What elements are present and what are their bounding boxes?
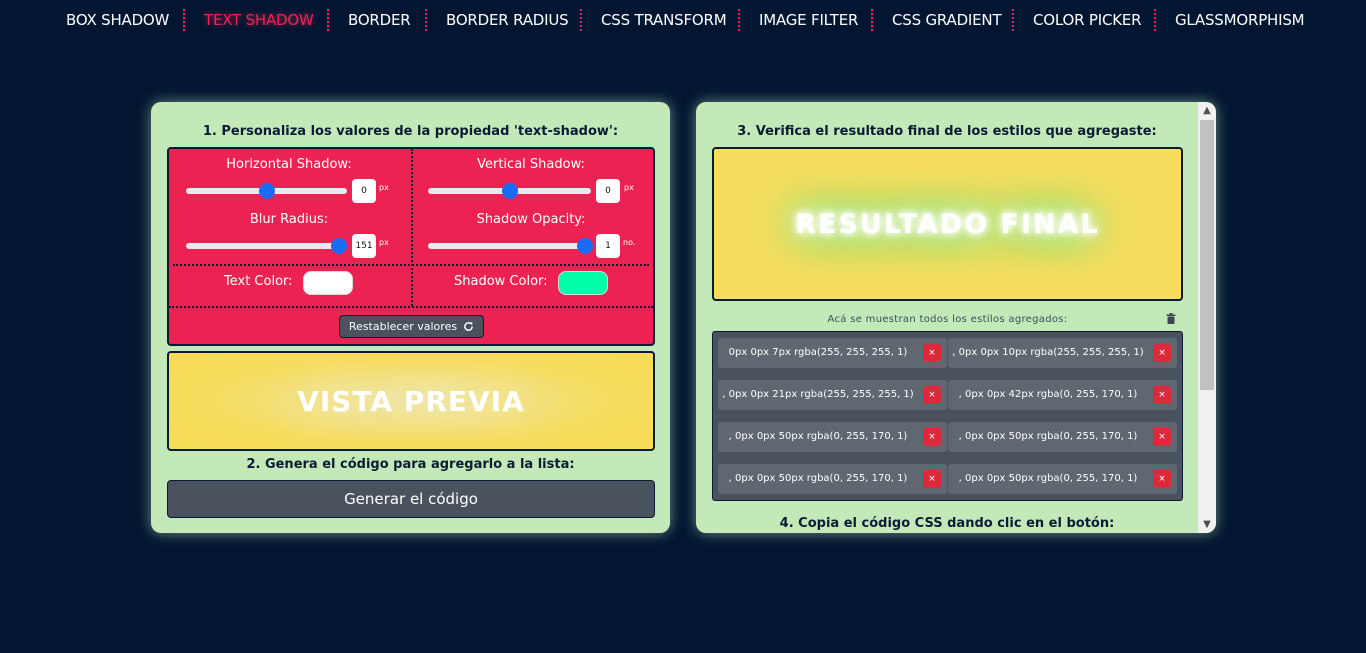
remove-style-button[interactable]: × [923,344,941,362]
style-chip: 0px 0px 7px rgba(255, 255, 255, 1) × [718,338,947,368]
vertical-shadow-thumb[interactable] [501,183,518,199]
nav-separator [183,9,185,31]
vertical-shadow-value[interactable]: 0 [596,179,620,203]
style-chip-text: , 0px 0px 50px rgba(0, 255, 170, 1) [728,431,908,442]
nav-item-css-transform[interactable]: CSS TRANSFORM [601,11,727,29]
controls-panel: 1. Personaliza los valores de la propied… [151,102,670,533]
style-chip-text: , 0px 0px 21px rgba(255, 255, 255, 1) [722,389,914,400]
scroll-up-icon[interactable]: ▲ [1198,102,1216,119]
horizontal-shadow-label: Horizontal Shadow: [226,157,352,172]
reset-button-label: Restablecer valores [348,320,458,333]
blur-radius-thumb[interactable] [330,238,347,254]
horizontal-shadow-thumb[interactable] [258,183,275,199]
style-chip-text: 0px 0px 7px rgba(255, 255, 255, 1) [728,347,908,358]
blur-radius-slider[interactable] [186,238,347,254]
result-box: RESULTADO FINAL [712,147,1183,301]
divider [411,149,413,306]
preview-text: VISTA PREVIA [297,384,525,418]
scroll-down-icon[interactable]: ▼ [1198,516,1216,533]
styles-list: 0px 0px 7px rgba(255, 255, 255, 1) × , 0… [712,331,1183,501]
remove-style-button[interactable]: × [923,470,941,488]
blur-radius-label: Blur Radius: [249,212,329,227]
generate-code-button[interactable]: Generar el código [167,480,655,518]
nav-separator [1154,9,1156,31]
top-nav: BOX SHADOW TEXT SHADOW BORDER BORDER RAD… [0,0,1366,40]
refresh-icon [464,322,473,331]
nav-separator [580,9,582,31]
shadow-color-swatch[interactable] [558,271,608,295]
nav-separator [327,9,329,31]
nav-item-box-shadow[interactable]: BOX SHADOW [66,11,169,29]
nav-item-border[interactable]: BORDER [348,11,411,29]
controls-box: Horizontal Shadow: 0 px Vertical Shadow:… [167,147,655,346]
style-chip: , 0px 0px 21px rgba(255, 255, 255, 1) × [718,380,947,410]
style-chip-text: , 0px 0px 42px rgba(0, 255, 170, 1) [958,389,1138,400]
step-3-title: 3. Verifica el resultado final de los es… [737,124,1157,139]
vertical-shadow-label: Vertical Shadow: [477,157,585,172]
result-panel: 3. Verifica el resultado final de los es… [696,102,1216,533]
nav-item-text-shadow[interactable]: TEXT SHADOW [204,11,314,29]
style-chip-text: , 0px 0px 50px rgba(0, 255, 170, 1) [728,473,908,484]
horizontal-shadow-slider[interactable] [186,183,347,199]
styles-caption: Acá se muestran todos los estilos agrega… [827,314,1068,325]
trash-icon[interactable] [1166,313,1176,324]
text-color-label: Text Color: [224,274,293,289]
style-chip-text: , 0px 0px 50px rgba(0, 255, 170, 1) [958,431,1138,442]
text-color-swatch[interactable] [303,271,353,295]
nav-separator [1012,9,1014,31]
scrollbar[interactable]: ▲ ▼ [1198,102,1216,533]
blur-radius-value[interactable]: 151 [352,234,376,258]
remove-style-button[interactable]: × [923,386,941,404]
remove-style-button[interactable]: × [923,428,941,446]
nav-item-color-picker[interactable]: COLOR PICKER [1033,11,1142,29]
nav-item-css-gradient[interactable]: CSS GRADIENT [892,11,1002,29]
shadow-opacity-value[interactable]: 1 [596,234,620,258]
step-1-title: 1. Personaliza los valores de la propied… [202,124,619,139]
style-chip-text: , 0px 0px 10px rgba(255, 255, 255, 1) [952,347,1144,358]
style-chip: , 0px 0px 42px rgba(0, 255, 170, 1) × [948,380,1177,410]
nav-item-border-radius[interactable]: BORDER RADIUS [446,11,569,29]
style-chip: , 0px 0px 50px rgba(0, 255, 170, 1) × [948,464,1177,494]
preview-box: VISTA PREVIA [167,351,655,451]
horizontal-shadow-unit: px [379,183,389,192]
shadow-opacity-thumb[interactable] [577,238,593,254]
style-chip: , 0px 0px 50px rgba(0, 255, 170, 1) × [718,422,947,452]
nav-item-image-filter[interactable]: IMAGE FILTER [759,11,858,29]
scrollbar-thumb[interactable] [1200,120,1214,390]
nav-separator [425,9,427,31]
shadow-opacity-slider[interactable] [428,238,593,254]
nav-separator [738,9,740,31]
shadow-color-label: Shadow Color: [454,274,548,289]
divider [173,264,649,266]
remove-style-button[interactable]: × [1153,470,1171,488]
style-chip: , 0px 0px 50px rgba(0, 255, 170, 1) × [948,422,1177,452]
divider [169,306,653,308]
style-chip-text: , 0px 0px 50px rgba(0, 255, 170, 1) [958,473,1138,484]
shadow-opacity-label: Shadow Opacity: [476,212,586,227]
step-4-title: 4. Copia el código CSS dando clic en el … [779,516,1115,531]
shadow-opacity-unit: no. [623,238,636,247]
blur-radius-unit: px [379,238,389,247]
nav-item-glassmorphism[interactable]: GLASSMORPHISM [1175,11,1305,29]
remove-style-button[interactable]: × [1153,428,1171,446]
horizontal-shadow-value[interactable]: 0 [352,179,376,203]
style-chip: , 0px 0px 10px rgba(255, 255, 255, 1) × [948,338,1177,368]
remove-style-button[interactable]: × [1153,386,1171,404]
vertical-shadow-unit: px [624,183,634,192]
step-2-title: 2. Genera el código para agregarlo a la … [246,457,575,472]
reset-button[interactable]: Restablecer valores [339,315,484,338]
remove-style-button[interactable]: × [1153,344,1171,362]
result-text: RESULTADO FINAL [795,208,1100,240]
nav-separator [871,9,873,31]
style-chip: , 0px 0px 50px rgba(0, 255, 170, 1) × [718,464,947,494]
vertical-shadow-slider[interactable] [428,183,591,199]
